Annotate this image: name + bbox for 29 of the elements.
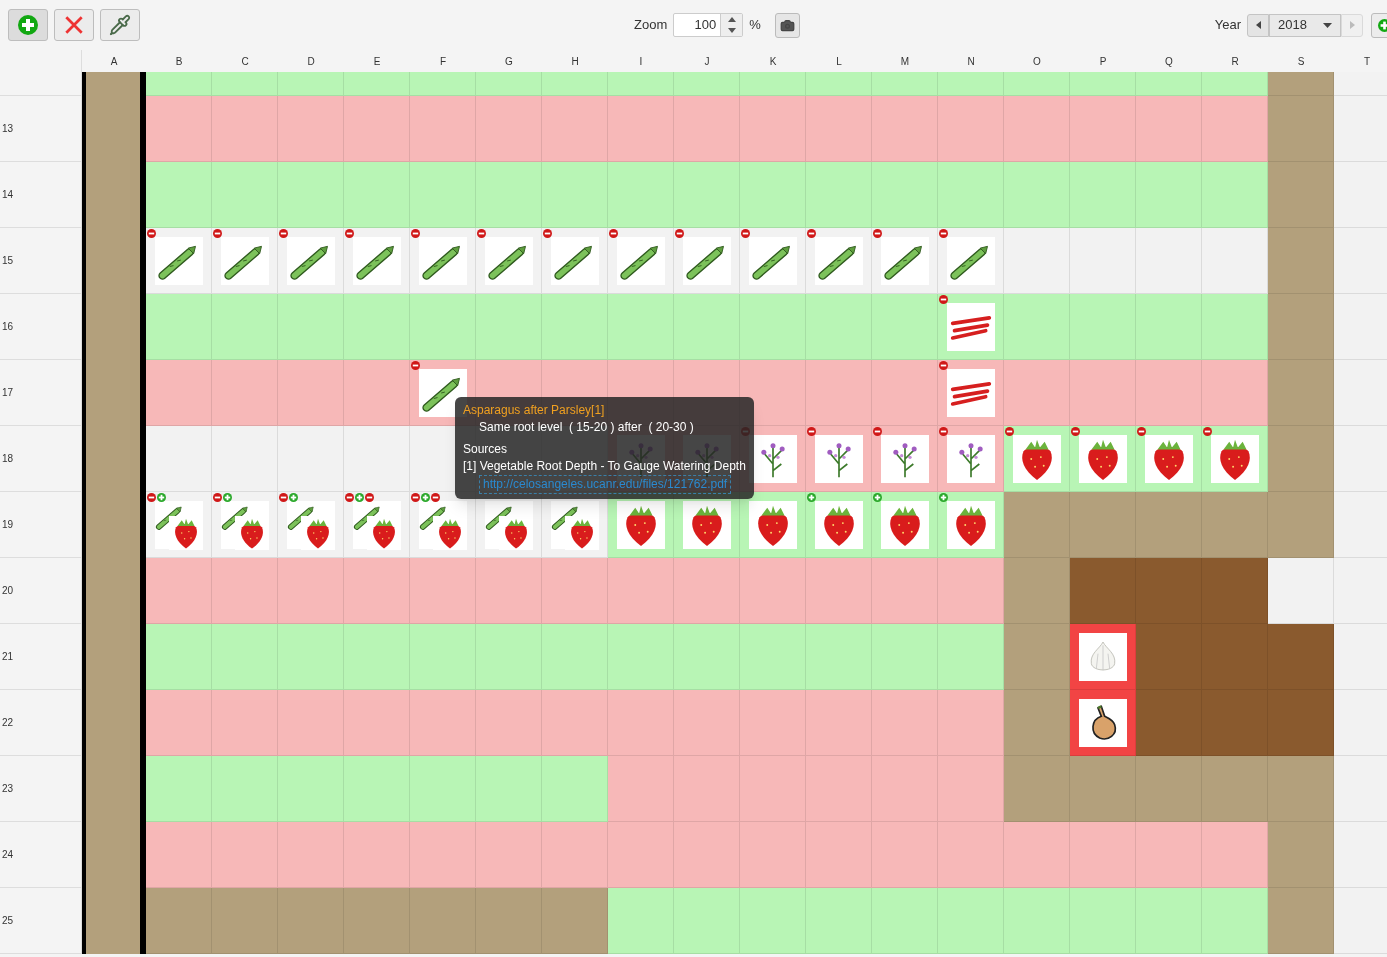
- column-header: E: [373, 54, 381, 69]
- column-header: P: [1099, 54, 1107, 69]
- column-header: D: [307, 54, 315, 69]
- percent-label: %: [749, 16, 761, 35]
- tooltip-detail: Same root level ( 15-20 ) after ( 20-30 ): [478, 419, 695, 436]
- sources-label: Sources: [463, 441, 509, 458]
- zoom-label: Zoom: [634, 16, 668, 35]
- source-citation: [1] Vegetable Root Depth - To Gauge Watering Depth: [463, 458, 746, 475]
- year-dropdown[interactable]: 2018: [1269, 13, 1341, 37]
- column-header: B: [175, 54, 183, 69]
- column-header: G: [505, 54, 513, 69]
- column-header: M: [900, 54, 910, 69]
- column-header: S: [1297, 54, 1305, 69]
- column-header: R: [1231, 54, 1239, 69]
- column-header: K: [769, 54, 777, 69]
- column-header: J: [704, 54, 710, 69]
- column-header: L: [836, 54, 842, 69]
- column-header: Q: [1165, 54, 1173, 69]
- column-header: N: [967, 54, 975, 69]
- column-header: C: [241, 54, 249, 69]
- year-label: Year: [1214, 16, 1241, 35]
- column-header: F: [439, 54, 447, 69]
- column-header: A: [110, 54, 118, 69]
- tooltip-title: Asparagus after Parsley[1]: [463, 402, 606, 419]
- column-header: H: [571, 54, 579, 69]
- column-header: T: [1363, 54, 1371, 69]
- column-header: O: [1033, 54, 1041, 69]
- zoom-spinner[interactable]: 100: [673, 13, 744, 37]
- column-header: I: [639, 54, 643, 69]
